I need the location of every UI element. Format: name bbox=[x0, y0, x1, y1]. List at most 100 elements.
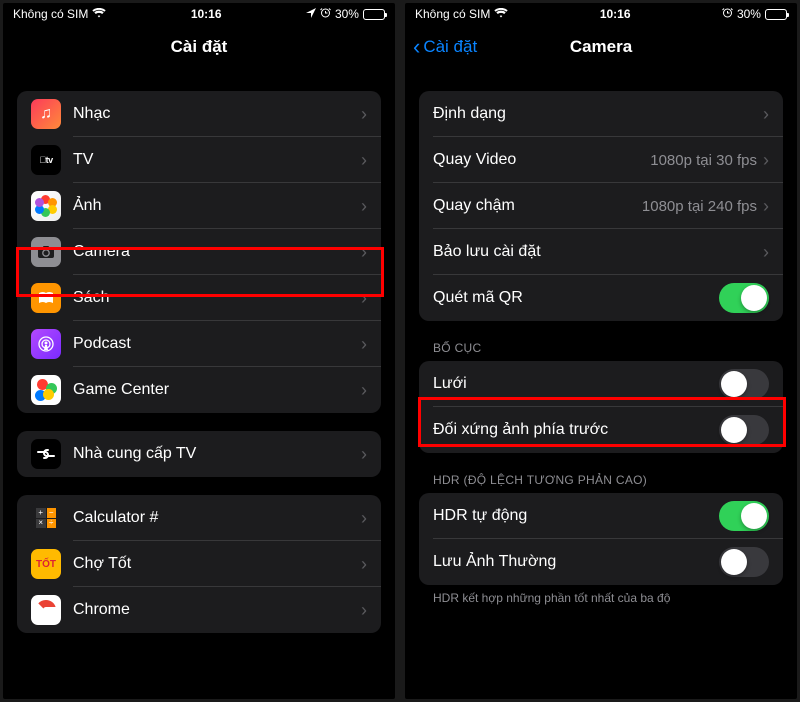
battery-icon bbox=[363, 9, 385, 20]
wifi-icon bbox=[92, 7, 106, 21]
row-slo-mo[interactable]: Quay chậm 1080p tại 240 fps › bbox=[419, 183, 783, 229]
row-grid[interactable]: Lưới bbox=[419, 361, 783, 407]
row-label: Ảnh bbox=[73, 197, 361, 215]
row-keep-normal[interactable]: Lưu Ảnh Thường bbox=[419, 539, 783, 585]
row-value: 1080p tại 240 fps bbox=[642, 198, 757, 215]
hdr-footer: HDR kết hợp những phần tốt nhất của ba đ… bbox=[419, 585, 783, 605]
row-mirror-front[interactable]: Đối xứng ảnh phía trước bbox=[419, 407, 783, 453]
chevron-right-icon: › bbox=[361, 242, 367, 263]
battery-pct: 30% bbox=[335, 7, 359, 21]
row-label: Camera bbox=[73, 243, 361, 261]
chevron-right-icon: › bbox=[361, 380, 367, 401]
tv-icon: tv bbox=[31, 145, 61, 175]
camera-settings-scroll[interactable]: Định dạng › Quay Video 1080p tại 30 fps … bbox=[405, 69, 797, 699]
row-label: HDR tự động bbox=[433, 507, 719, 525]
chevron-right-icon: › bbox=[361, 508, 367, 529]
battery-pct: 30% bbox=[737, 7, 761, 21]
row-label: Nhà cung cấp TV bbox=[73, 445, 361, 463]
chevron-right-icon: › bbox=[361, 334, 367, 355]
settings-row-music[interactable]: ♫ Nhạc › bbox=[17, 91, 381, 137]
back-label: Cài đặt bbox=[423, 37, 477, 57]
row-auto-hdr[interactable]: HDR tự động bbox=[419, 493, 783, 539]
settings-row-chrome[interactable]: Chrome › bbox=[17, 587, 381, 633]
row-label: Quay Video bbox=[433, 151, 650, 169]
gamecenter-icon bbox=[31, 375, 61, 405]
chevron-right-icon: › bbox=[361, 288, 367, 309]
camera-group-composition: Lưới Đối xứng ảnh phía trước bbox=[419, 361, 783, 453]
toggle-scan-qr[interactable] bbox=[719, 283, 769, 313]
wifi-icon bbox=[494, 7, 508, 21]
settings-scroll[interactable]: ♫ Nhạc › tv TV › Ảnh › Camera bbox=[3, 69, 395, 699]
chotot-icon: TỐT bbox=[31, 549, 61, 579]
row-label: Podcast bbox=[73, 335, 361, 353]
row-record-video[interactable]: Quay Video 1080p tại 30 fps › bbox=[419, 137, 783, 183]
page-title: Cài đặt bbox=[171, 37, 228, 57]
carrier-label: Không có SIM bbox=[415, 7, 490, 21]
row-label: TV bbox=[73, 151, 361, 169]
podcast-icon bbox=[31, 329, 61, 359]
settings-group-media: ♫ Nhạc › tv TV › Ảnh › Camera bbox=[17, 91, 381, 413]
photos-icon bbox=[31, 191, 61, 221]
row-scan-qr[interactable]: Quét mã QR bbox=[419, 275, 783, 321]
settings-row-gamecenter[interactable]: Game Center › bbox=[17, 367, 381, 413]
settings-row-calculator[interactable]: +−×÷ Calculator # › bbox=[17, 495, 381, 541]
tvprovider-icon bbox=[31, 439, 61, 469]
battery-icon bbox=[765, 9, 787, 20]
location-icon bbox=[306, 7, 316, 21]
row-label: Nhạc bbox=[73, 105, 361, 123]
chevron-right-icon: › bbox=[361, 104, 367, 125]
section-header-composition: BỐ CỤC bbox=[419, 321, 783, 361]
toggle-auto-hdr[interactable] bbox=[719, 501, 769, 531]
chevron-right-icon: › bbox=[361, 150, 367, 171]
chevron-right-icon: › bbox=[763, 104, 769, 125]
row-label: Calculator # bbox=[73, 509, 361, 527]
camera-group-hdr: HDR tự động Lưu Ảnh Thường bbox=[419, 493, 783, 585]
toggle-keep-normal[interactable] bbox=[719, 547, 769, 577]
chevron-left-icon: ‹ bbox=[413, 36, 420, 58]
settings-row-chotot[interactable]: TỐT Chợ Tốt › bbox=[17, 541, 381, 587]
settings-row-podcast[interactable]: Podcast › bbox=[17, 321, 381, 367]
settings-group-tvprovider: Nhà cung cấp TV › bbox=[17, 431, 381, 477]
row-formats[interactable]: Định dạng › bbox=[419, 91, 783, 137]
settings-row-tvprovider[interactable]: Nhà cung cấp TV › bbox=[17, 431, 381, 477]
row-label: Quét mã QR bbox=[433, 289, 719, 307]
row-label: Đối xứng ảnh phía trước bbox=[433, 421, 719, 439]
status-time: 10:16 bbox=[191, 7, 222, 21]
camera-icon bbox=[31, 237, 61, 267]
row-label: Định dạng bbox=[433, 105, 763, 123]
status-time: 10:16 bbox=[600, 7, 631, 21]
status-bar: Không có SIM 10:16 30% bbox=[405, 3, 797, 25]
toggle-grid[interactable] bbox=[719, 369, 769, 399]
row-label: Bảo lưu cài đặt bbox=[433, 243, 763, 261]
alarm-icon bbox=[722, 7, 733, 21]
camera-group-main: Định dạng › Quay Video 1080p tại 30 fps … bbox=[419, 91, 783, 321]
row-label: Chrome bbox=[73, 601, 361, 619]
chevron-right-icon: › bbox=[763, 150, 769, 171]
row-label: Game Center bbox=[73, 381, 361, 399]
section-header-hdr: HDR (ĐỘ LỆCH TƯƠNG PHẢN CAO) bbox=[419, 453, 783, 493]
chevron-right-icon: › bbox=[763, 196, 769, 217]
row-preserve-settings[interactable]: Bảo lưu cài đặt › bbox=[419, 229, 783, 275]
page-title: Camera bbox=[570, 37, 632, 57]
music-icon: ♫ bbox=[31, 99, 61, 129]
alarm-icon bbox=[320, 7, 331, 21]
settings-group-thirdparty: +−×÷ Calculator # › TỐT Chợ Tốt › Chrome… bbox=[17, 495, 381, 633]
phone-camera-settings: Không có SIM 10:16 30% ‹ Cài đặt Camera … bbox=[405, 3, 797, 699]
row-label: Lưới bbox=[433, 375, 719, 393]
toggle-mirror-front[interactable] bbox=[719, 415, 769, 445]
settings-row-photos[interactable]: Ảnh › bbox=[17, 183, 381, 229]
settings-row-tv[interactable]: tv TV › bbox=[17, 137, 381, 183]
books-icon bbox=[31, 283, 61, 313]
settings-row-books[interactable]: Sách › bbox=[17, 275, 381, 321]
row-label: Quay chậm bbox=[433, 197, 642, 215]
carrier-label: Không có SIM bbox=[13, 7, 88, 21]
back-button[interactable]: ‹ Cài đặt bbox=[413, 36, 477, 58]
status-bar: Không có SIM 10:16 30% bbox=[3, 3, 395, 25]
calculator-icon: +−×÷ bbox=[31, 503, 61, 533]
row-label: Lưu Ảnh Thường bbox=[433, 553, 719, 571]
chevron-right-icon: › bbox=[361, 444, 367, 465]
nav-header: Cài đặt bbox=[3, 25, 395, 69]
settings-row-camera[interactable]: Camera › bbox=[17, 229, 381, 275]
chevron-right-icon: › bbox=[763, 242, 769, 263]
row-label: Chợ Tốt bbox=[73, 555, 361, 573]
